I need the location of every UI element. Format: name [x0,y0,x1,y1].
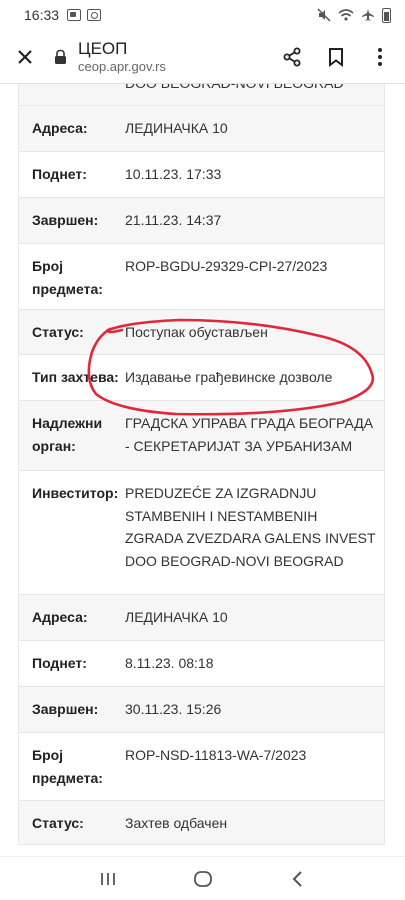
field-label: Број предмета: [32,747,103,786]
page-url: ceop.apr.gov.rs [78,58,166,74]
field-value: Поступак обустављен [125,324,268,340]
table-row: Тип захтева: Издавање грађевинске дозволе [19,355,384,401]
lock-icon [54,49,68,65]
table-row: Завршен: 30.11.23. 15:26 [19,687,384,733]
table-row: Завршен: 21.11.23. 14:37 [19,198,384,244]
close-tab-button[interactable] [10,42,40,72]
table-row: Адреса: ЛЕДИНАЧКА 10 [19,595,384,641]
table-row: Статус: Поступак обустављен [19,310,384,355]
field-label: Статус: [32,815,84,831]
status-bar: 16:33 [0,0,405,30]
home-button[interactable] [183,864,223,894]
records-table: DOO BEOGRAD-NOVI BEOGRAD Адреса: ЛЕДИНАЧКА… [18,84,385,845]
status-time: 16:33 [24,7,60,23]
app-notification-icon [87,9,102,21]
field-label: Адреса: [32,120,88,136]
browser-toolbar: ЦЕОП ceop.apr.gov.rs [0,30,405,84]
mute-icon [316,8,332,22]
back-button[interactable] [278,864,318,894]
field-value: Захтев одбачен [125,815,228,831]
table-row: Статус: Захтев одбачен [19,801,384,845]
field-label: Статус: [32,324,84,340]
table-row: Поднет: 10.11.23. 17:33 [19,152,384,198]
system-nav-bar [0,856,405,900]
field-value: ЛЕДИНАЧКА 10 [125,609,228,625]
field-value: ROP-NSD-11813-WA-7/2023 [125,747,307,763]
field-value: ROP-BGDU-29329-CPI-27/2023 [125,258,328,274]
field-value: DOO BEOGRAD-NOVI BEOGRAD [120,84,384,105]
field-value: 10.11.23. 17:33 [125,166,222,182]
bookmark-button[interactable] [321,42,351,72]
field-label [19,84,120,105]
field-label: Завршен: [32,212,99,228]
field-value: 30.11.23. 15:26 [125,701,222,717]
field-label: Тип захтева: [32,369,119,385]
field-value: 21.11.23. 14:37 [125,212,222,228]
more-menu-button[interactable] [365,42,395,72]
table-row: Поднет: 8.11.23. 08:18 [19,641,384,687]
field-value: Издавање грађевинске дозволе [125,369,333,385]
share-icon [283,47,301,66]
field-label: Поднет: [32,166,87,182]
field-value: 8.11.23. 08:18 [125,655,214,671]
table-row: Инвеститор: PREDUZEĆE ZA IZGRADNJU STAMBE… [19,471,384,595]
gallery-notification-icon [67,9,82,21]
field-label: Поднет: [32,655,87,671]
battery-icon [382,7,391,23]
field-value: ГРАДСКА УПРАВА ГРАДА БЕОГРАДА - СЕКРЕТАР… [125,415,374,454]
page-title: ЦЕОП [78,38,128,58]
field-value: PREDUZEĆE ZA IZGRADNJU STAMBENIH I NESTA… [125,485,376,569]
wifi-icon [338,8,354,22]
table-row: Број предмета: ROP-NSD-11813-WA-7/2023 [19,733,384,801]
status-icons [316,7,391,23]
field-label: Адреса: [32,609,88,625]
recents-button[interactable] [88,864,128,894]
share-button[interactable] [277,42,307,72]
field-label: Завршен: [32,701,99,717]
bookmark-icon [329,47,343,67]
airplane-icon [360,8,376,22]
field-label: Број предмета: [32,258,103,297]
site-info[interactable]: ЦЕОП ceop.apr.gov.rs [54,39,277,75]
close-icon [18,49,32,64]
table-row: Адреса: ЛЕДИНАЧКА 10 [19,106,384,152]
field-label: Надлежни орган: [32,415,103,454]
table-row: Број предмета: ROP-BGDU-29329-CPI-27/2023 [19,244,384,310]
table-row: DOO BEOGRAD-NOVI BEOGRAD [19,84,384,106]
field-label: Инвеститор: [32,485,119,501]
page-content[interactable]: DOO BEOGRAD-NOVI BEOGRAD Адреса: ЛЕДИНАЧКА… [0,84,405,856]
recents-icon [100,872,115,885]
field-value: ЛЕДИНАЧКА 10 [125,120,228,136]
table-row: Надлежни орган: ГРАДСКА УПРАВА ГРАДА БЕОГ… [19,401,384,471]
more-vert-icon [378,47,382,66]
back-icon [292,870,302,887]
home-icon [193,870,212,887]
